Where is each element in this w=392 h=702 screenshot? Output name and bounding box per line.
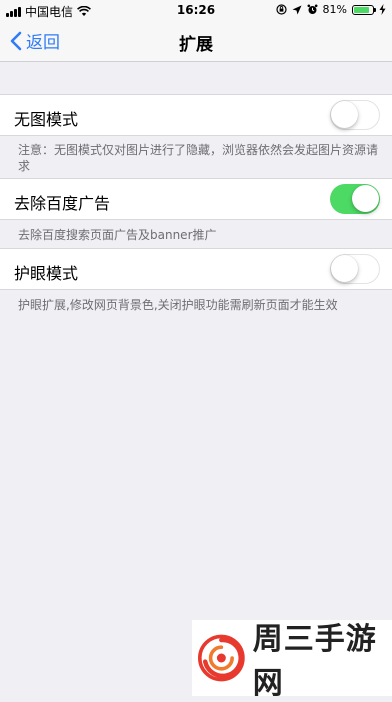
remove-baidu-ads-toggle[interactable] bbox=[330, 184, 380, 214]
navigation-bar: 返回 扩展 bbox=[0, 20, 392, 62]
watermark: 周三手游网 bbox=[192, 620, 392, 701]
battery-percentage: 81% bbox=[322, 3, 347, 16]
settings-row-label: 无图模式 bbox=[14, 110, 79, 129]
settings-note-no-image-mode: 注意：无图模式仅对图片进行了隐藏，浏览器依然会发起图片资源请求 bbox=[18, 143, 379, 173]
settings-row-label: 护眼模式 bbox=[14, 264, 79, 283]
settings-row-label: 去除百度广告 bbox=[14, 194, 111, 213]
settings-row-remove-baidu-ads: 去除百度广告 bbox=[0, 178, 392, 220]
toggle-knob bbox=[331, 101, 358, 128]
settings-row-eye-protection-mode: 护眼模式 bbox=[0, 248, 392, 290]
location-arrow-icon bbox=[292, 5, 302, 14]
toggle-knob bbox=[352, 185, 379, 212]
status-bar: 中国电信 16:26 81% bbox=[0, 0, 392, 20]
watermark-text: 周三手游网 bbox=[252, 622, 377, 701]
alarm-icon bbox=[307, 4, 318, 14]
rotation-lock-icon bbox=[275, 4, 287, 15]
battery-icon bbox=[352, 4, 376, 15]
page-title: 扩展 bbox=[179, 35, 213, 55]
battery-level-fill bbox=[354, 6, 369, 13]
settings-note-remove-baidu-ads: 去除百度搜索页面广告及banner推广 bbox=[18, 228, 217, 242]
toggle-knob bbox=[331, 255, 358, 282]
charging-bolt-icon bbox=[379, 4, 386, 15]
status-right: 81% bbox=[275, 3, 386, 16]
settings-row-no-image-mode: 无图模式 bbox=[0, 94, 392, 136]
swirl-logo-icon bbox=[198, 634, 245, 682]
eye-protection-mode-toggle[interactable] bbox=[330, 254, 380, 284]
no-image-mode-toggle[interactable] bbox=[330, 100, 380, 130]
settings-note-eye-protection-mode: 护眼扩展,修改网页背景色,关闭护眼功能需刷新页面才能生效 bbox=[18, 298, 338, 312]
